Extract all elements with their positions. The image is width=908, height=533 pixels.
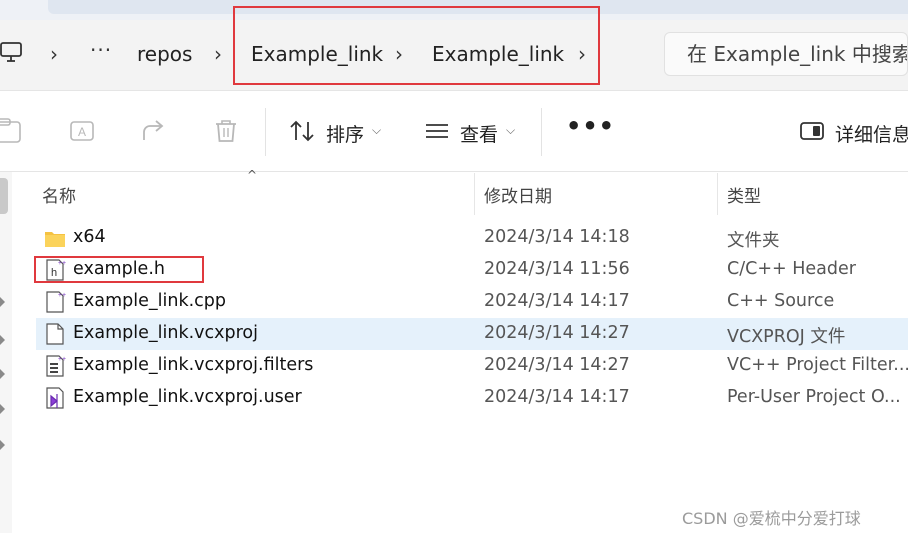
navigation-scrollbar-thumb[interactable] — [0, 178, 8, 214]
column-divider[interactable] — [474, 173, 475, 215]
details-button[interactable]: 详细信息 — [835, 120, 908, 147]
more-options-icon[interactable]: ••• — [566, 112, 615, 140]
file-modified: 2024/3/14 11:56 — [484, 259, 630, 279]
sort-icon[interactable] — [289, 118, 315, 144]
folder-icon — [45, 232, 65, 247]
file-type: 文件夹 — [727, 231, 780, 251]
expand-arrow-icon[interactable] — [0, 297, 5, 307]
file-row-x64[interactable]: x64 2024/3/14 14:18 文件夹 — [36, 222, 908, 254]
file-type: C++ Source — [727, 291, 835, 311]
file-row-example-link-cpp[interactable]: ++ Example_link.cpp 2024/3/14 14:17 C++ … — [36, 286, 908, 318]
this-pc-icon[interactable] — [0, 40, 26, 66]
search-input[interactable] — [687, 41, 907, 67]
share-icon[interactable] — [141, 118, 167, 144]
command-bar — [0, 91, 908, 172]
file-type: C/C++ Header — [727, 259, 856, 279]
file-modified: 2024/3/14 14:17 — [484, 291, 630, 311]
sort-button[interactable]: 排序 — [326, 120, 364, 147]
expand-arrow-icon[interactable] — [0, 440, 5, 450]
filters-file-icon: ++ — [46, 355, 66, 377]
file-modified: 2024/3/14 14:17 — [484, 387, 630, 407]
file-modified: 2024/3/14 14:18 — [484, 227, 630, 247]
paste-icon[interactable] — [0, 118, 26, 144]
expand-arrow-icon[interactable] — [0, 404, 5, 414]
file-row-example-link-vcxproj-user[interactable]: Example_link.vcxproj.user 2024/3/14 14:1… — [36, 382, 908, 414]
file-modified: 2024/3/14 14:27 — [484, 355, 630, 375]
watermark-text: CSDN @爱梳中分爱打球 — [682, 509, 861, 528]
chevron-down-icon[interactable]: ⌵ — [372, 123, 381, 138]
column-header-type[interactable]: 类型 — [727, 182, 761, 207]
toolbar-divider — [541, 108, 542, 156]
view-button[interactable]: 查看 — [460, 120, 498, 147]
expand-arrow-icon[interactable] — [0, 335, 5, 345]
blank-file-icon — [46, 323, 64, 345]
cpp-file-icon: ++ — [46, 291, 66, 313]
file-name: Example_link.cpp — [73, 291, 227, 311]
file-modified: 2024/3/14 14:27 — [484, 323, 630, 343]
annotation-highlight-box — [233, 6, 600, 85]
column-divider[interactable] — [717, 173, 718, 215]
file-row-example-link-vcxproj[interactable]: Example_link.vcxproj 2024/3/14 14:27 VCX… — [36, 318, 908, 350]
annotation-highlight-box — [34, 256, 204, 283]
visual-studio-file-icon — [46, 387, 64, 409]
column-header-name[interactable]: 名称 — [42, 182, 76, 207]
file-name: Example_link.vcxproj.filters — [73, 355, 314, 375]
svg-text:++: ++ — [58, 356, 66, 363]
file-name: x64 — [73, 227, 106, 247]
file-type: VC++ Project Filter... — [727, 355, 908, 375]
file-name: Example_link.vcxproj — [73, 323, 259, 343]
file-row-example-link-vcxproj-filters[interactable]: ++ Example_link.vcxproj.filters 2024/3/1… — [36, 350, 908, 382]
file-type: VCXPROJ 文件 — [727, 327, 846, 347]
chevron-right-icon[interactable]: › — [50, 42, 58, 66]
file-name: Example_link.vcxproj.user — [73, 387, 302, 407]
sort-ascending-icon: ^ — [247, 168, 258, 182]
expand-arrow-icon[interactable] — [0, 369, 5, 379]
navigation-pane — [0, 172, 12, 533]
delete-icon[interactable] — [213, 118, 239, 144]
chevron-right-icon[interactable]: › — [214, 42, 222, 66]
svg-text:++: ++ — [58, 292, 66, 299]
details-pane-icon[interactable] — [799, 118, 825, 144]
file-type: Per-User Project O... — [727, 387, 901, 407]
breadcrumb-overflow-button[interactable]: ··· — [90, 38, 112, 62]
toolbar-divider — [265, 108, 266, 156]
breadcrumb-repos[interactable]: repos — [137, 42, 192, 66]
view-icon[interactable] — [424, 118, 450, 144]
rename-icon[interactable]: A — [69, 118, 95, 144]
chevron-down-icon[interactable]: ⌵ — [506, 123, 515, 138]
svg-text:A: A — [78, 125, 86, 139]
search-box[interactable] — [664, 32, 908, 76]
column-header-modified[interactable]: 修改日期 — [484, 182, 552, 207]
